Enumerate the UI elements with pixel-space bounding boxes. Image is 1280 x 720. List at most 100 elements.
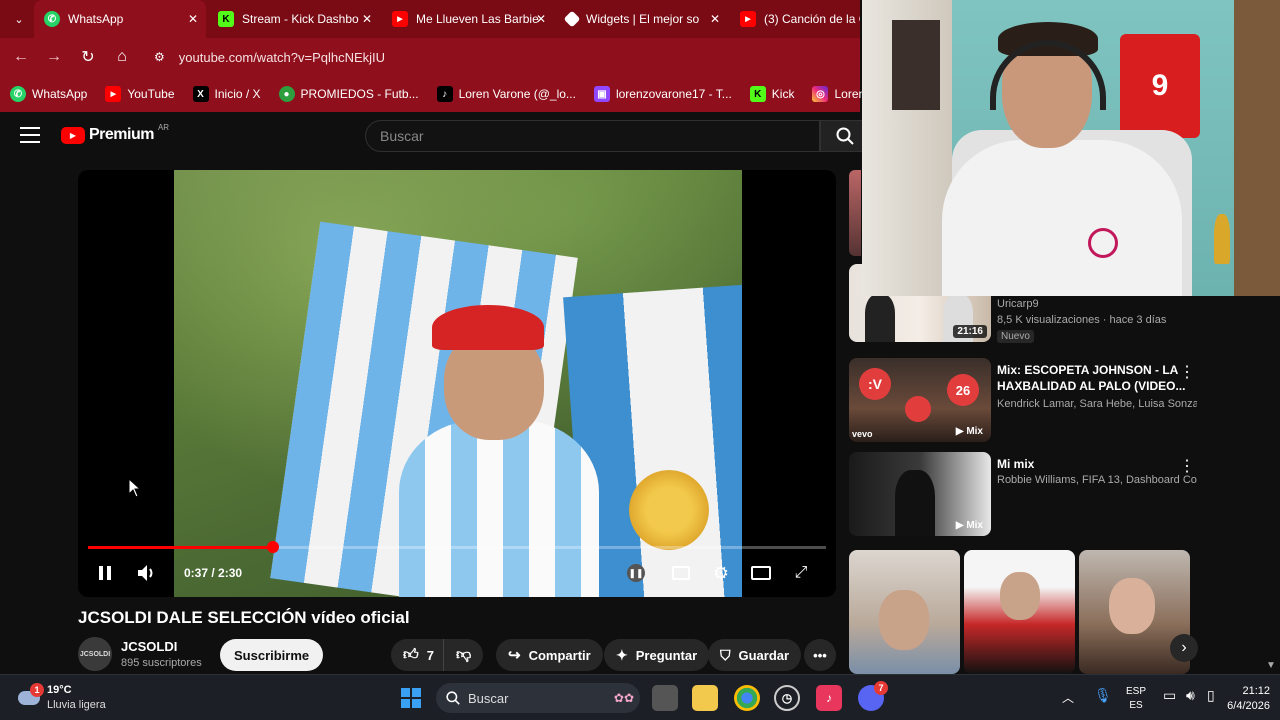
logo-text: Premium [89, 126, 154, 143]
whatsapp-icon: ✆ [44, 11, 60, 27]
bookmark-label: YouTube [127, 87, 175, 101]
task-view-icon[interactable] [652, 685, 678, 711]
language-indicator[interactable]: ESP ES [1126, 685, 1146, 713]
close-icon[interactable]: ✕ [188, 12, 198, 26]
theater-mode-button[interactable] [750, 562, 772, 584]
speaker-icon[interactable]: 🔊︎ [1186, 687, 1195, 704]
bookmark-twitch[interactable]: ▣ lorenzovarone17 - T... [593, 86, 732, 102]
forward-arrow-icon[interactable]: → [43, 46, 65, 68]
sparkle-icon: ✦ [616, 646, 628, 663]
video-player[interactable]: 0:37 / 2:30 ❚❚ ⚙ ⤢ [78, 170, 836, 597]
subtitles-button[interactable] [670, 562, 692, 584]
new-badge: Nuevo [997, 330, 1034, 343]
close-icon[interactable]: ✕ [362, 12, 372, 26]
back-arrow-icon[interactable]: ← [10, 46, 32, 68]
home-icon[interactable]: ⌂ [111, 46, 133, 68]
short-thumbnail[interactable] [964, 550, 1075, 674]
volume-button[interactable] [136, 562, 158, 584]
clock[interactable]: 21:12 6/4/2026 [1218, 684, 1270, 714]
channel-name[interactable]: JCSOLDI [121, 639, 177, 654]
url-field[interactable]: ⚙ youtube.com/watch?v=PqlhcNEkjIU [148, 44, 848, 70]
fullscreen-icon: ⤢ [794, 564, 808, 581]
tiktok-icon[interactable]: ♪ [816, 685, 842, 711]
autoplay-toggle[interactable]: ❚❚ [626, 562, 646, 584]
reload-icon[interactable]: ↻ [77, 46, 99, 68]
channel-avatar[interactable]: JCSOLDI [78, 637, 112, 671]
file-explorer-icon[interactable] [692, 685, 718, 711]
bookmark-promiedos[interactable]: ● PROMIEDOS - Futb... [278, 86, 419, 102]
pause-button[interactable] [94, 562, 116, 584]
more-vert-icon[interactable]: ⋮ [1179, 362, 1195, 382]
cherry-blossom-icon: ✿✿ [613, 691, 634, 705]
recommendation-item[interactable]: :V 26 vevo ▶ Mix Mix: ESCOPETA JOHNSON -… [849, 358, 1269, 442]
video-frame[interactable] [174, 170, 742, 597]
like-button[interactable]: 👍︎ 7 [391, 639, 444, 671]
mix-thumbnail[interactable]: ▶ Mix [849, 452, 991, 536]
mix-thumbnail[interactable]: :V 26 vevo ▶ Mix [849, 358, 991, 442]
tab-whatsapp[interactable]: ✆ WhatsApp ✕ [34, 0, 206, 38]
bookmark-youtube[interactable]: ▶ YouTube [105, 86, 175, 102]
recommendation-item[interactable]: ▶ Mix Mi mix Robbie Williams, FIFA 13, D… [849, 452, 1269, 536]
video-title[interactable]: Mix: ESCOPETA JOHNSON - LA HAXBALIDAD AL… [997, 362, 1187, 394]
tray-chevron-up-icon[interactable]: ︿ [1062, 689, 1074, 706]
bookmark-kick[interactable]: K Kick [749, 86, 794, 102]
browser-address-bar: ← → ↻ ⌂ ⚙ youtube.com/watch?v=PqlhcNEkjI… [0, 38, 860, 76]
language-bottom: ES [1129, 700, 1143, 711]
logo-region: AR [157, 122, 170, 132]
progress-scrubber[interactable] [266, 541, 279, 553]
progress-bar[interactable] [88, 541, 826, 553]
ask-button[interactable]: ✦ Preguntar [604, 639, 710, 671]
video-title[interactable]: Mi mix [997, 456, 1187, 472]
settings-button[interactable]: ⚙ [710, 562, 732, 584]
weather-desc[interactable]: Lluvia ligera [47, 699, 106, 711]
tab-kick[interactable]: K Stream - Kick Dashbo ✕ [208, 0, 380, 38]
taskbar-search[interactable]: Buscar ✿✿ [436, 683, 640, 713]
next-shorts-button[interactable]: › [1170, 634, 1198, 662]
clock-app-icon[interactable]: ◷ [774, 685, 800, 711]
microphone-icon[interactable]: 🎙︎ [1094, 687, 1112, 704]
close-icon[interactable]: ✕ [710, 12, 720, 26]
thumbnail-figure: :V [859, 368, 891, 400]
subscribe-button[interactable]: Suscribirme [220, 639, 324, 671]
discord-icon[interactable]: 7 [858, 681, 888, 711]
share-button[interactable]: ↪ Compartir [496, 639, 603, 671]
search-input[interactable]: Buscar [365, 120, 820, 152]
tab-youtube-cancion[interactable]: ▶ (3) Canción de la Co [730, 0, 860, 38]
bookmark-x[interactable]: X Inicio / X [192, 86, 261, 102]
whatsapp-icon: ✆ [10, 86, 26, 102]
site-info-icon[interactable]: ⚙ [154, 50, 165, 64]
tab-youtube-barbie[interactable]: ▶ Me Llueven Las Barbie ✕ [382, 0, 554, 38]
recommendation-thumbnail-partial[interactable] [849, 170, 861, 256]
more-actions-button[interactable]: ••• [804, 639, 836, 671]
dislike-button[interactable]: 👎︎ [443, 639, 484, 671]
search-placeholder: Buscar [380, 128, 424, 144]
start-button[interactable] [398, 685, 424, 711]
menu-icon[interactable] [20, 127, 40, 143]
save-button[interactable]: ⛉ Guardar [708, 639, 802, 671]
club-crest [1088, 228, 1118, 258]
short-thumbnail[interactable] [849, 550, 960, 674]
kick-icon: K [749, 86, 766, 102]
tab-widgets[interactable]: Widgets | El mejor so ✕ [556, 0, 728, 38]
close-icon[interactable]: ✕ [536, 12, 546, 26]
more-vert-icon[interactable]: ⋮ [1179, 456, 1195, 476]
share-icon: ↪ [508, 647, 521, 664]
chrome-icon[interactable] [734, 685, 760, 711]
channel-name[interactable]: Uricarp9 [997, 298, 1197, 310]
fullscreen-button[interactable]: ⤢ [790, 562, 812, 584]
tab-label: (3) Canción de la Co [764, 12, 860, 26]
mix-badge: ▶ Mix [952, 519, 987, 532]
scroll-down-icon[interactable]: ▼ [1266, 660, 1276, 671]
battery-icon[interactable]: ▯ [1207, 687, 1215, 704]
tab-search-button[interactable]: ⌄ [6, 0, 32, 38]
thumbs-up-icon: 👍︎ [403, 646, 419, 663]
chevron-down-icon: ⌄ [14, 13, 24, 26]
search-icon [836, 127, 854, 145]
network-icon[interactable]: ▭ [1163, 687, 1176, 704]
youtube-premium-logo[interactable]: ▶ Premium AR [61, 122, 170, 144]
weather-widget[interactable]: 1 [16, 683, 44, 711]
more-icon: ••• [813, 647, 827, 663]
bookmark-tiktok[interactable]: ♪ Loren Varone (@_lo... [436, 86, 576, 102]
bookmark-whatsapp[interactable]: ✆ WhatsApp [10, 86, 87, 102]
weather-temp[interactable]: 19°C [47, 684, 72, 696]
